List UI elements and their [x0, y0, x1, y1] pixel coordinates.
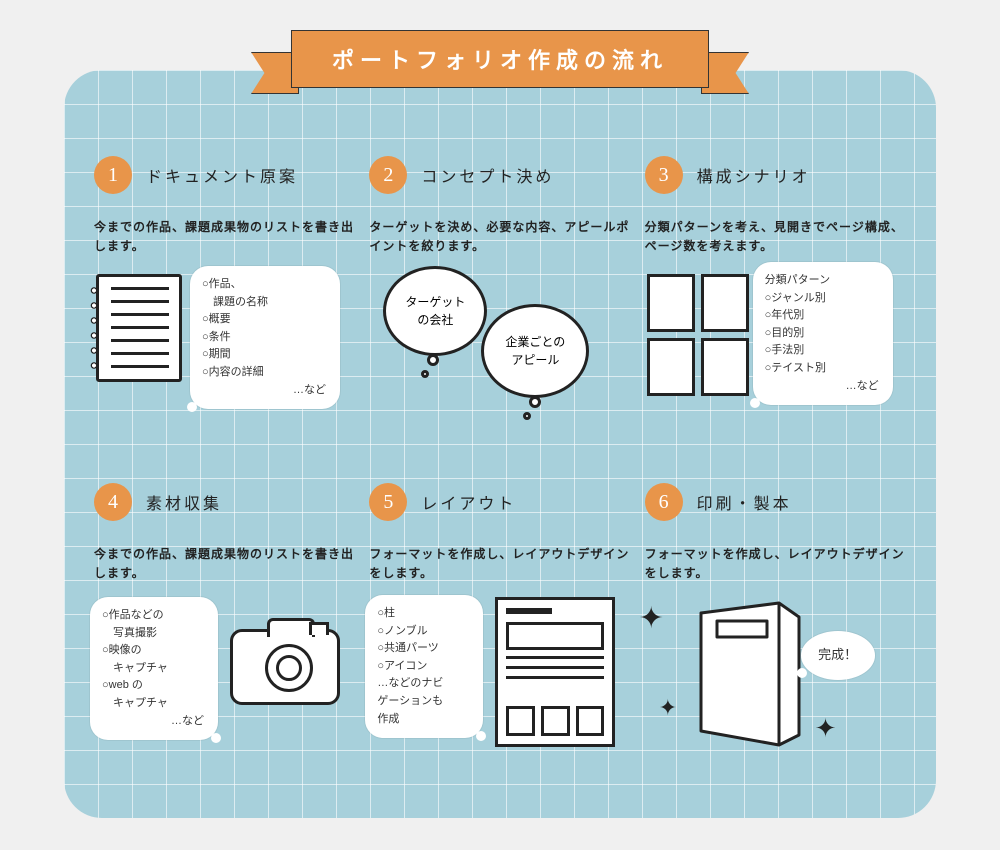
step-number: 2 — [369, 156, 407, 194]
step-number: 1 — [94, 156, 132, 194]
step-title: コンセプト決め — [421, 163, 554, 187]
step-desc: 分類パターンを考え、見開きでページ構成、ページ数を考えます。 — [645, 218, 906, 256]
step-2: 2 コンセプト決め ターゲットを決め、必要な内容、アピールポイントを絞ります。 … — [369, 156, 630, 461]
step-desc: フォーマットを作成し、レイアウトデザインをします。 — [369, 545, 630, 583]
step-number: 3 — [645, 156, 683, 194]
bubble-tail-icon — [523, 412, 531, 420]
camera-icon — [230, 629, 340, 705]
step-5: 5 レイアウト フォーマットを作成し、レイアウトデザインをします。 ○柱 ○ノン… — [369, 483, 630, 788]
step-number: 6 — [645, 483, 683, 521]
sparkle-icon: ✦ — [815, 713, 837, 744]
step-4-bubble: ○作品などの 写真撮影 ○映像の キャプチャ ○web の キャプチャ …など — [90, 597, 218, 740]
step-number: 5 — [369, 483, 407, 521]
thought-bubble-target: ターゲット の会社 — [383, 266, 487, 356]
step-6-bubble: 完成！ — [801, 631, 875, 680]
book-icon — [681, 599, 811, 749]
step-title: レイアウト — [421, 490, 516, 514]
step-1: 1 ドキュメント原案 今までの作品、課題成果物のリストを書き出します。 ○作品、… — [94, 156, 355, 461]
sparkle-icon: ✦ — [639, 601, 664, 636]
notebook-icon — [96, 274, 182, 382]
flow-panel: 1 ドキュメント原案 今までの作品、課題成果物のリストを書き出します。 ○作品、… — [64, 70, 936, 818]
title-banner: ポートフォリオ作成の流れ — [291, 30, 709, 88]
sparkle-icon: ✦ — [659, 695, 677, 721]
step-desc: 今までの作品、課題成果物のリストを書き出します。 — [94, 218, 355, 256]
bubble-tail-icon — [529, 396, 541, 408]
bubble-tail-icon — [421, 370, 429, 378]
step-6: 6 印刷・製本 フォーマットを作成し、レイアウトデザインをします。 ✦ ✦ ✦ … — [645, 483, 906, 788]
step-desc: フォーマットを作成し、レイアウトデザインをします。 — [645, 545, 906, 583]
step-1-bubble: ○作品、 課題の名称 ○概要 ○条件 ○期間 ○内容の詳細 …など — [190, 266, 340, 409]
step-3: 3 構成シナリオ 分類パターンを考え、見開きでページ構成、ページ数を考えます。 … — [645, 156, 906, 461]
step-title: 素材収集 — [146, 490, 222, 514]
page-title: ポートフォリオ作成の流れ — [291, 30, 709, 88]
step-title: ドキュメント原案 — [146, 163, 298, 187]
step-desc: ターゲットを決め、必要な内容、アピールポイントを絞ります。 — [369, 218, 630, 256]
step-title: 印刷・製本 — [697, 490, 792, 514]
step-title: 構成シナリオ — [697, 163, 811, 187]
step-number: 4 — [94, 483, 132, 521]
bubble-tail-icon — [427, 354, 439, 366]
step-4: 4 素材収集 今までの作品、課題成果物のリストを書き出します。 ○作品などの 写… — [94, 483, 355, 788]
step-desc: 今までの作品、課題成果物のリストを書き出します。 — [94, 545, 355, 583]
thought-bubble-appeal: 企業ごとの アピール — [481, 304, 589, 398]
steps-grid: 1 ドキュメント原案 今までの作品、課題成果物のリストを書き出します。 ○作品、… — [94, 156, 906, 788]
step-5-bubble: ○柱 ○ノンブル ○共通パーツ ○アイコン …などのナビ ゲーションも 作成 — [365, 595, 483, 738]
layout-page-icon — [495, 597, 615, 747]
page-grid-icon — [647, 274, 749, 396]
step-3-bubble: 分類パターン ○ジャンル別 ○年代別 ○目的別 ○手法別 ○テイスト別 …など — [753, 262, 893, 405]
